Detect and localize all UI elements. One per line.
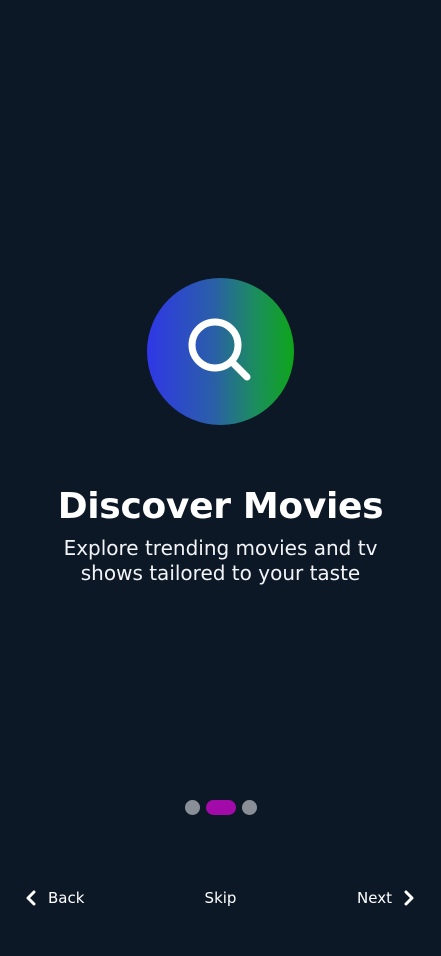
pager-dot-3[interactable] bbox=[241, 800, 257, 815]
page-subtitle: Explore trending movies and tv shows tai… bbox=[63, 536, 378, 585]
onboarding-screen: Discover Movies Explore trending movies … bbox=[0, 0, 441, 956]
next-label: Next bbox=[357, 889, 392, 907]
chevron-left-icon bbox=[26, 890, 36, 906]
next-button[interactable]: Next bbox=[357, 884, 416, 912]
search-icon bbox=[188, 318, 250, 380]
pager-dot-1[interactable] bbox=[184, 800, 200, 815]
pager-dots bbox=[0, 800, 441, 815]
skip-button[interactable]: Skip bbox=[205, 889, 237, 907]
page-title: Discover Movies bbox=[57, 486, 384, 527]
pager-dot-2-active[interactable] bbox=[205, 800, 236, 815]
chevron-right-icon bbox=[404, 890, 414, 906]
back-button[interactable]: Back bbox=[24, 884, 84, 912]
back-label: Back bbox=[48, 889, 85, 907]
hero-badge bbox=[147, 278, 294, 425]
